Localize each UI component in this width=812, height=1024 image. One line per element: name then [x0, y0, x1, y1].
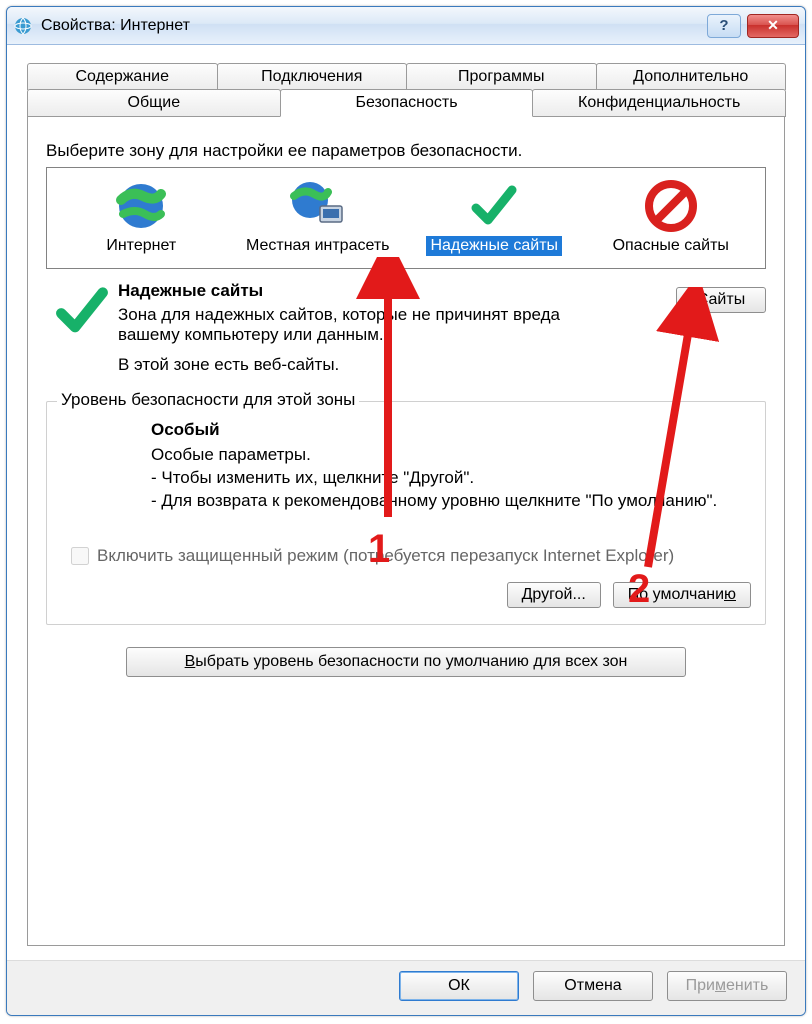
- security-level-group: Уровень безопасности для этой зоны Особы…: [46, 401, 766, 625]
- zone-list: Интернет Местная интрасеть Надежные сайт…: [46, 167, 766, 269]
- checkmark-icon: [408, 178, 581, 234]
- group-legend: Уровень безопасности для этой зоны: [57, 390, 359, 410]
- security-panel: Выберите зону для настройки ее параметро…: [27, 116, 785, 946]
- trusted-large-icon: [46, 281, 118, 375]
- custom-level-button[interactable]: Другой...: [507, 582, 601, 608]
- titlebar[interactable]: Свойства: Интернет ? ✕: [7, 7, 805, 45]
- tab-content[interactable]: Содержание: [27, 63, 218, 90]
- intranet-icon: [232, 178, 405, 234]
- tab-programs[interactable]: Программы: [406, 63, 597, 90]
- tab-privacy[interactable]: Конфиденциальность: [532, 89, 786, 117]
- level-line: - Для возврата к рекомендованному уровню…: [151, 490, 751, 513]
- tab-general[interactable]: Общие: [27, 89, 281, 117]
- tab-advanced[interactable]: Дополнительно: [596, 63, 787, 90]
- level-line: Особые параметры.: [151, 444, 751, 467]
- zone-label: Интернет: [106, 236, 176, 256]
- internet-options-icon: [13, 16, 33, 36]
- reset-all-zones-button[interactable]: Выбрать уровень безопасности по умолчани…: [126, 647, 686, 677]
- tab-security[interactable]: Безопасность: [280, 89, 534, 117]
- protected-mode-label: Включить защищенный режим (потребуется п…: [97, 545, 674, 567]
- zone-label: Надежные сайты: [426, 236, 562, 256]
- zone-restricted[interactable]: Опасные сайты: [583, 174, 760, 258]
- level-line: - Чтобы изменить их, щелкните "Другой".: [151, 467, 751, 490]
- zone-instruction: Выберите зону для настройки ее параметро…: [46, 141, 766, 161]
- cancel-button[interactable]: Отмена: [533, 971, 653, 1001]
- sites-button[interactable]: Сайты: [676, 287, 766, 313]
- default-level-button[interactable]: По умолчанию: [613, 582, 751, 608]
- close-button[interactable]: ✕: [747, 14, 799, 38]
- zone-desc-title: Надежные сайты: [118, 281, 626, 301]
- zone-label: Местная интрасеть: [246, 236, 390, 256]
- protected-mode-checkbox[interactable]: [71, 547, 89, 565]
- zone-desc-body: Зона для надежных сайтов, которые не при…: [118, 305, 626, 345]
- level-title: Особый: [151, 420, 751, 440]
- zone-label: Опасные сайты: [613, 236, 729, 256]
- apply-button[interactable]: Применить: [667, 971, 787, 1001]
- globe-icon: [55, 178, 228, 234]
- client-area: Содержание Подключения Программы Дополни…: [7, 45, 805, 960]
- zone-trusted[interactable]: Надежные сайты: [406, 174, 583, 258]
- zone-desc-note: В этой зоне есть веб-сайты.: [118, 355, 626, 375]
- zone-intranet[interactable]: Местная интрасеть: [230, 174, 407, 258]
- zone-internet[interactable]: Интернет: [53, 174, 230, 258]
- window-title: Свойства: Интернет: [41, 17, 707, 35]
- forbidden-icon: [585, 178, 758, 234]
- dialog-button-row: ОК Отмена Применить: [7, 960, 805, 1015]
- tab-connections[interactable]: Подключения: [217, 63, 408, 90]
- help-button[interactable]: ?: [707, 14, 741, 38]
- internet-properties-window: Свойства: Интернет ? ✕ Содержание Подклю…: [6, 6, 806, 1016]
- ok-button[interactable]: ОК: [399, 971, 519, 1001]
